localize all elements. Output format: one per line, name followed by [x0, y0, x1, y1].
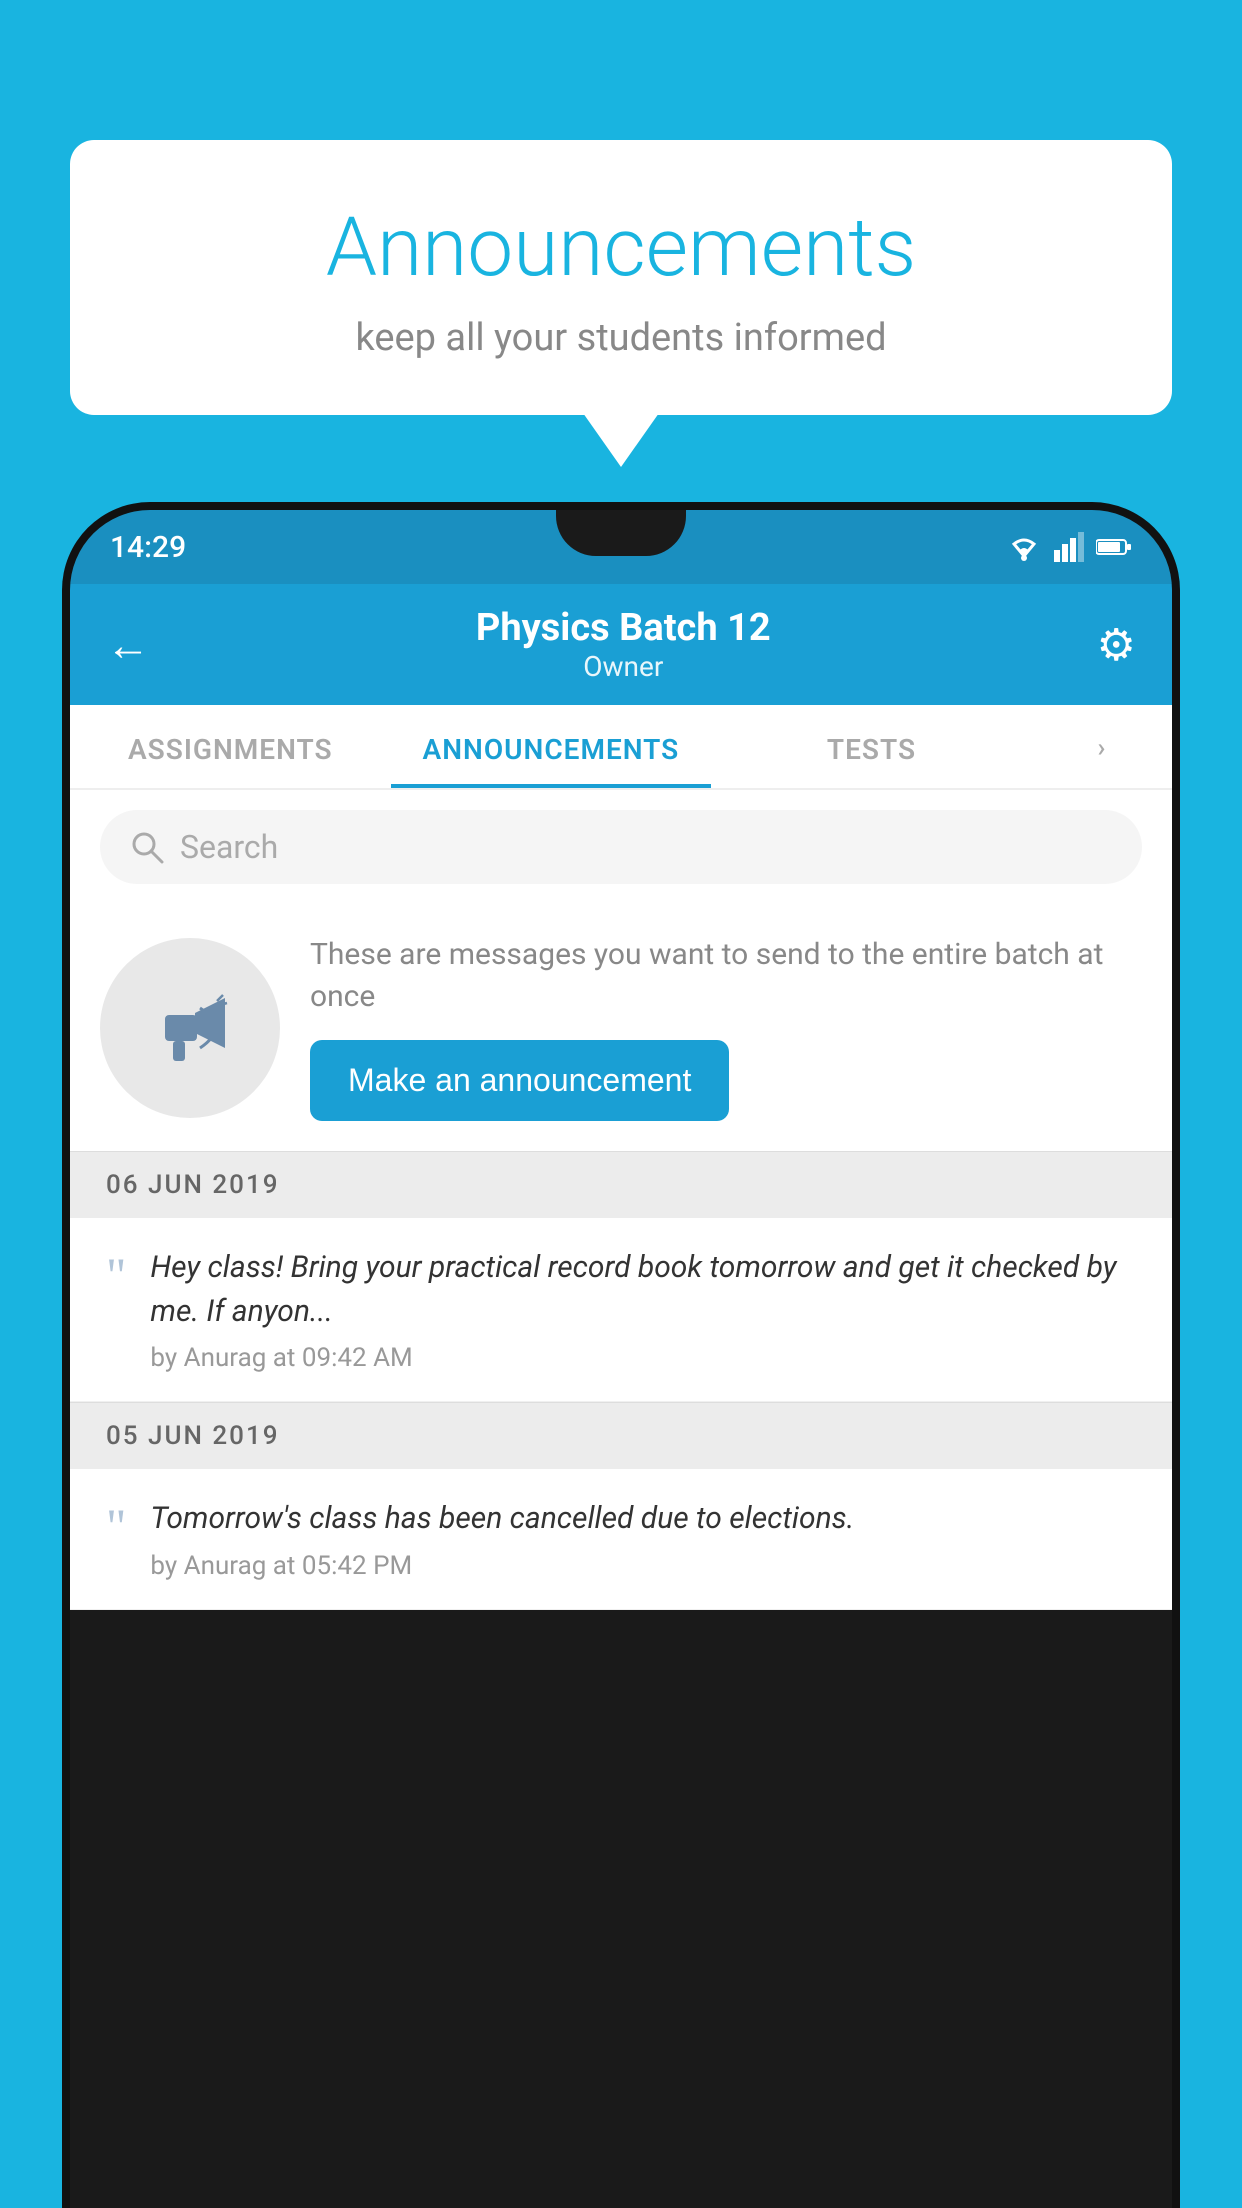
battery-icon [1096, 537, 1132, 557]
announcement-meta-2: by Anurag at 05:42 PM [150, 1551, 1136, 1581]
back-button[interactable]: ← [106, 619, 150, 671]
header-title-area: Physics Batch 12 Owner [476, 606, 771, 683]
megaphone-circle [100, 938, 280, 1118]
search-input-wrap[interactable]: Search [100, 810, 1142, 884]
tab-tests[interactable]: TESTS [711, 705, 1032, 788]
announce-right: These are messages you want to send to t… [310, 934, 1142, 1121]
announce-prompt: These are messages you want to send to t… [70, 904, 1172, 1151]
speech-bubble-container: Announcements keep all your students inf… [70, 140, 1172, 415]
notch [556, 510, 686, 556]
speech-bubble: Announcements keep all your students inf… [70, 140, 1172, 415]
search-icon [130, 830, 164, 864]
date-separator-2: 05 JUN 2019 [70, 1402, 1172, 1469]
announcement-text-1: Hey class! Bring your practical record b… [150, 1246, 1136, 1333]
status-time: 14:29 [110, 530, 186, 565]
quote-icon-2: " [106, 1501, 126, 1551]
speech-bubble-subtitle: keep all your students informed [120, 316, 1122, 360]
tabs-bar: ASSIGNMENTS ANNOUNCEMENTS TESTS › [70, 705, 1172, 790]
tab-more[interactable]: › [1032, 705, 1172, 788]
date-separator-1: 06 JUN 2019 [70, 1151, 1172, 1218]
tab-announcements[interactable]: ANNOUNCEMENTS [391, 705, 712, 788]
phone-frame: 14:29 ← [70, 510, 1172, 2208]
speech-bubble-title: Announcements [120, 200, 1122, 296]
announcement-item-1: " Hey class! Bring your practical record… [70, 1218, 1172, 1402]
batch-title: Physics Batch 12 [476, 606, 771, 650]
announce-description: These are messages you want to send to t… [310, 934, 1142, 1018]
search-placeholder: Search [180, 828, 278, 866]
announcement-item-2: " Tomorrow's class has been cancelled du… [70, 1469, 1172, 1610]
batch-subtitle: Owner [476, 650, 771, 683]
make-announcement-button[interactable]: Make an announcement [310, 1040, 729, 1121]
quote-icon-1: " [106, 1250, 126, 1300]
status-bar: 14:29 [70, 510, 1172, 584]
wifi-icon [1006, 532, 1042, 562]
search-bar: Search [70, 790, 1172, 904]
tab-assignments[interactable]: ASSIGNMENTS [70, 705, 391, 788]
status-icons [1006, 532, 1132, 562]
megaphone-icon [145, 983, 235, 1073]
announcement-meta-1: by Anurag at 09:42 AM [150, 1343, 1136, 1373]
app-header: ← Physics Batch 12 Owner ⚙ [70, 584, 1172, 705]
signal-icon [1054, 532, 1084, 562]
announcement-text-2: Tomorrow's class has been cancelled due … [150, 1497, 1136, 1541]
settings-button[interactable]: ⚙ [1097, 619, 1136, 671]
announcement-content-1: Hey class! Bring your practical record b… [150, 1246, 1136, 1373]
announcement-content-2: Tomorrow's class has been cancelled due … [150, 1497, 1136, 1581]
